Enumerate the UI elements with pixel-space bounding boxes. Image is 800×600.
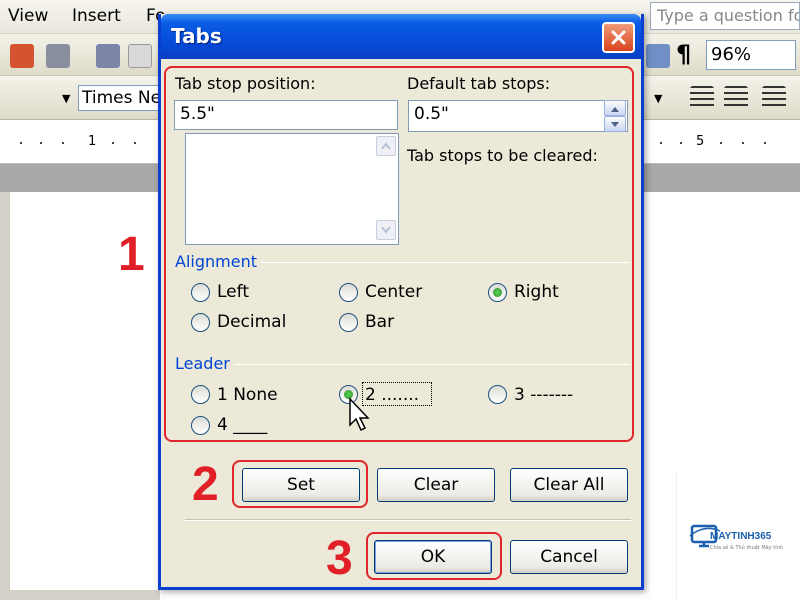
size-dropdown-icon[interactable]: ▼ bbox=[654, 92, 662, 105]
dialog-titlebar[interactable]: Tabs bbox=[161, 14, 641, 59]
left-margin-bar bbox=[0, 192, 10, 600]
dialog-title: Tabs bbox=[171, 24, 222, 48]
permission-icon[interactable] bbox=[10, 44, 34, 68]
logo-brand: MAYTINH365 bbox=[710, 531, 772, 542]
step3-number: 3 bbox=[326, 532, 353, 585]
status-strip bbox=[0, 590, 160, 600]
step2-highlight bbox=[232, 460, 368, 508]
separator bbox=[185, 519, 631, 521]
ruler-number: 1 bbox=[88, 134, 97, 149]
drawing-icon[interactable] bbox=[646, 44, 670, 68]
style-dropdown-icon[interactable]: ▼ bbox=[62, 92, 70, 105]
close-icon bbox=[611, 30, 626, 45]
spelling-icon[interactable] bbox=[128, 44, 152, 68]
cancel-button[interactable]: Cancel bbox=[510, 540, 628, 574]
zoom-select[interactable]: 96% bbox=[706, 40, 796, 70]
print-icon[interactable] bbox=[46, 44, 70, 68]
menu-insert[interactable]: Insert bbox=[72, 6, 121, 26]
step1-number: 1 bbox=[118, 228, 145, 281]
step1-highlight bbox=[164, 66, 634, 442]
step3-highlight bbox=[366, 532, 502, 580]
menu-view[interactable]: View bbox=[8, 6, 48, 26]
clear-all-button[interactable]: Clear All bbox=[510, 468, 628, 502]
numbering-icon[interactable] bbox=[690, 86, 714, 110]
show-formatting-icon[interactable]: ¶ bbox=[676, 40, 691, 68]
step2-number: 2 bbox=[192, 458, 219, 511]
ask-question-input[interactable]: Type a question fo bbox=[650, 2, 800, 30]
ruler-number: 5 bbox=[696, 134, 705, 149]
clear-button[interactable]: Clear bbox=[377, 468, 495, 502]
print-preview-icon[interactable] bbox=[96, 44, 120, 68]
decrease-indent-icon[interactable] bbox=[762, 86, 786, 110]
bullets-icon[interactable] bbox=[724, 86, 748, 110]
logo-tagline: Chia sẻ & Thủ thuật Máy tính bbox=[710, 545, 783, 551]
close-button[interactable] bbox=[602, 22, 635, 53]
